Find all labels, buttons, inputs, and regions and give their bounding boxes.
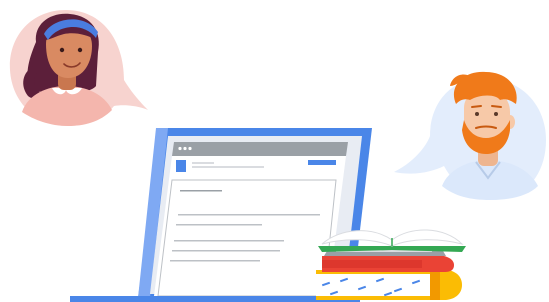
book-stack-icon [316,229,466,300]
document-title-line [180,190,222,192]
document-line-4 [172,250,280,252]
browser-header-line-2 [192,166,264,168]
man-eye-left [475,112,479,116]
document-line-3 [174,240,284,242]
document-panel [157,179,337,297]
learning-illustration [9,10,546,302]
browser-title-bar [172,142,348,156]
woman-eye-left [59,47,65,53]
window-controls-icon [178,146,192,151]
browser-logo-block [176,160,186,172]
document-line-2 [176,224,262,226]
woman-avatar-icon [9,10,148,126]
document-line-5 [170,260,260,262]
man-brow-right [491,105,502,108]
document-line-1 [178,214,320,216]
man-avatar-icon [394,71,546,200]
browser-header-line-1 [192,162,214,164]
browser-action-button [308,160,336,165]
book-red-shade [322,260,422,268]
man-eye-right [494,112,498,116]
man-brow-left [471,105,482,108]
book-yellow-spine [430,272,440,300]
woman-eye-right [77,47,83,53]
illustration-stage [0,0,549,302]
